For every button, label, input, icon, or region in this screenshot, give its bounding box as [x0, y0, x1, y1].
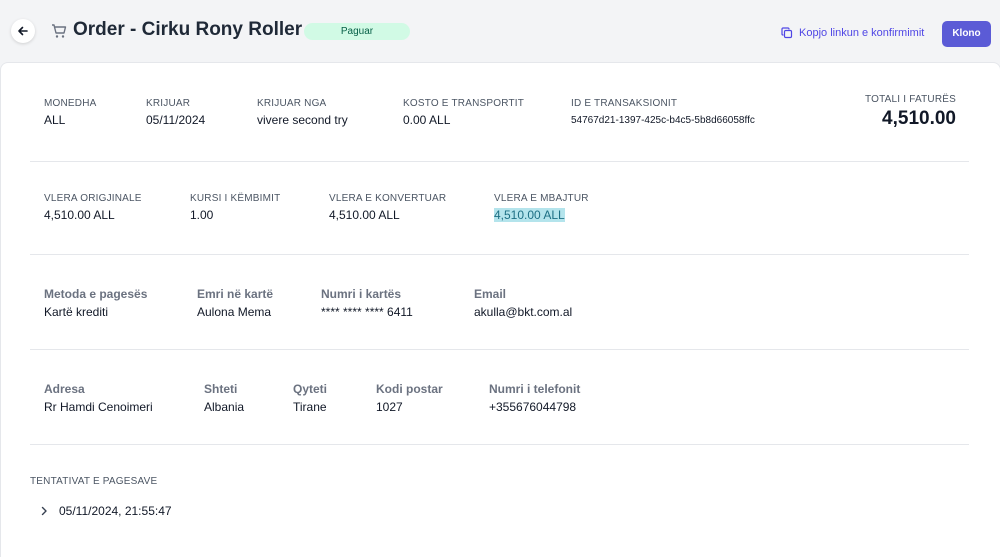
invoice-total-label: TOTALI I FATURËS: [865, 94, 956, 105]
address-label: Adresa: [44, 382, 85, 396]
held-amount-field: VLERA E MBAJTUR 4,510.00 ALL: [494, 193, 589, 222]
postal-code-field: Kodi postar 1027: [376, 382, 443, 414]
shipping-cost-field: KOSTO E TRANSPORTIT 0.00 ALL: [403, 98, 524, 127]
country-field: Shteti Albania: [204, 382, 244, 414]
currency-field: MONEDHA ALL: [44, 98, 97, 127]
country-label: Shteti: [204, 382, 238, 396]
exchange-rate-label: KURSI I KËMBIMIT: [190, 193, 281, 204]
payment-attempt-timestamp: 05/11/2024, 21:55:47: [59, 504, 172, 518]
created-by-label: KRIJUAR NGA: [257, 98, 327, 109]
shipping-cost-label: KOSTO E TRANSPORTIT: [403, 98, 525, 109]
transaction-id-field: ID E TRANSAKSIONIT 54767d21-1397-425c-b4…: [571, 98, 755, 126]
held-amount-value: 4,510.00 ALL: [494, 208, 565, 222]
phone-field: Numri i telefonit +355676044798: [489, 382, 580, 414]
clone-button[interactable]: Klono: [942, 21, 991, 47]
page-header: Order - Cirku Rony Roller Paguar Kopjo l…: [0, 0, 1000, 62]
phone-label: Numri i telefonit: [489, 382, 581, 396]
invoice-total-value: 4,510.00: [882, 108, 956, 129]
copy-icon: [781, 27, 793, 39]
email-field: Email akulla@bkt.com.al: [474, 287, 572, 319]
transaction-id-value: 54767d21-1397-425c-b4c5-5b8d66058ffc: [571, 115, 755, 126]
divider: [30, 161, 969, 162]
exchange-rate-field: KURSI I KËMBIMIT 1.00: [190, 193, 280, 222]
status-badge: Paguar: [304, 23, 410, 40]
created-value: 05/11/2024: [146, 113, 206, 127]
divider: [30, 349, 969, 350]
original-amount-field: VLERA ORIGJINALE 4,510.00 ALL: [44, 193, 142, 222]
cart-icon: [52, 24, 67, 38]
converted-amount-label: VLERA E KONVERTUAR: [329, 193, 447, 204]
card-name-field: Emri në kartë Aulona Mema: [197, 287, 273, 319]
divider: [30, 444, 969, 445]
currency-label: MONEDHA: [44, 98, 97, 109]
created-by-field: KRIJUAR NGA vivere second try: [257, 98, 348, 127]
city-value: Tirane: [293, 400, 327, 414]
shipping-cost-value: 0.00 ALL: [403, 113, 451, 127]
address-field: Adresa Rr Hamdi Cenoimeri: [44, 382, 153, 414]
back-button[interactable]: [11, 19, 35, 43]
exchange-rate-value: 1.00: [190, 208, 214, 222]
payment-attempts-title: TENTATIVAT E PAGESAVE: [30, 476, 158, 487]
copy-link-label: Kopjo linkun e konfirmimit: [799, 27, 925, 39]
created-field: KRIJUAR 05/11/2024: [146, 98, 205, 127]
created-label: KRIJUAR: [146, 98, 191, 109]
payment-method-field: Metoda e pagesës Kartë krediti: [44, 287, 147, 319]
city-label: Qyteti: [293, 382, 328, 396]
held-amount-label: VLERA E MBAJTUR: [494, 193, 589, 204]
city-field: Qyteti Tirane: [293, 382, 327, 414]
original-amount-label: VLERA ORIGJINALE: [44, 193, 142, 204]
page-title: Order - Cirku Rony Roller: [73, 19, 303, 40]
card-name-label: Emri në kartë: [197, 287, 274, 301]
chevron-right-icon[interactable]: [39, 506, 49, 516]
copy-confirmation-link-button[interactable]: Kopjo linkun e konfirmimit: [781, 27, 924, 39]
converted-amount-field: VLERA E KONVERTUAR 4,510.00 ALL: [329, 193, 446, 222]
converted-amount-value: 4,510.00 ALL: [329, 208, 400, 222]
transaction-id-label: ID E TRANSAKSIONIT: [571, 98, 678, 109]
card-name-value: Aulona Mema: [197, 305, 272, 319]
currency-value: ALL: [44, 113, 66, 127]
email-value: akulla@bkt.com.al: [474, 305, 573, 319]
country-value: Albania: [204, 400, 245, 414]
created-by-value: vivere second try: [257, 113, 348, 127]
original-amount-value: 4,510.00 ALL: [44, 208, 115, 222]
card-number-value: **** **** **** 6411: [321, 305, 413, 319]
card-number-field: Numri i kartës **** **** **** 6411: [321, 287, 413, 319]
postal-code-value: 1027: [376, 400, 403, 414]
postal-code-label: Kodi postar: [376, 382, 443, 396]
invoice-total: TOTALI I FATURËS 4,510.00: [865, 94, 956, 130]
address-value: Rr Hamdi Cenoimeri: [44, 400, 153, 414]
payment-method-value: Kartë krediti: [44, 305, 109, 319]
payment-attempt-row[interactable]: 05/11/2024, 21:55:47: [39, 504, 172, 518]
order-details-card: MONEDHA ALL KRIJUAR 05/11/2024 KRIJUAR N…: [0, 62, 1000, 557]
phone-value: +355676044798: [489, 400, 577, 414]
payment-method-label: Metoda e pagesës: [44, 287, 148, 301]
divider: [30, 254, 969, 255]
email-label: Email: [474, 287, 507, 301]
arrow-left-icon: [18, 26, 28, 36]
card-number-label: Numri i kartës: [321, 287, 402, 301]
